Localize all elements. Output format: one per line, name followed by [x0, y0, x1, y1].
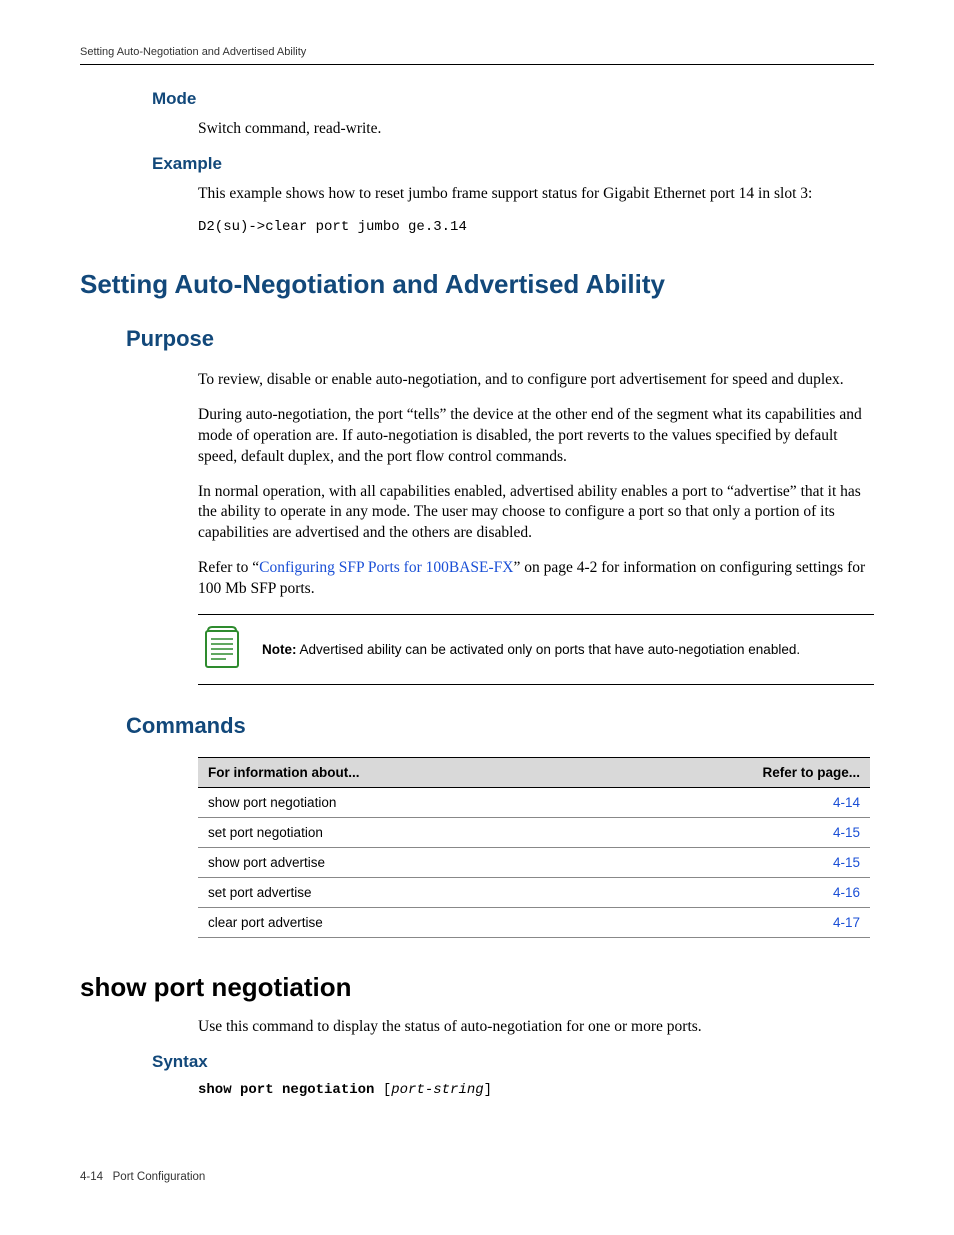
cmd-name: show port advertise [198, 848, 597, 878]
syntax-heading: Syntax [152, 1052, 874, 1072]
sfp-link[interactable]: Configuring SFP Ports for 100BASE‐FX [259, 559, 513, 576]
commands-heading: Commands [126, 713, 874, 739]
note-label: Note: [262, 642, 297, 657]
notepad-icon [204, 625, 240, 674]
command-title: show port negotiation [80, 972, 874, 1003]
cmd-name: show port negotiation [198, 788, 597, 818]
footer-label: Port Configuration [113, 1171, 206, 1183]
cmd-name: set port advertise [198, 878, 597, 908]
purpose-p4: Refer to “Configuring SFP Ports for 100B… [198, 558, 874, 600]
page-link[interactable]: 4-16 [833, 885, 860, 900]
syntax-line: show port negotiation [port-string] [198, 1082, 874, 1098]
page-container: Setting Auto-Negotiation and Advertised … [0, 0, 954, 1235]
table-row: set port negotiation 4-15 [198, 818, 870, 848]
note-body: Advertised ability can be activated only… [297, 642, 801, 657]
mode-body: Switch command, read‐write. [198, 119, 874, 140]
col-info: For information about... [198, 758, 597, 788]
purpose-p2: During auto‐negotiation, the port “tells… [198, 405, 874, 468]
page-link[interactable]: 4-14 [833, 795, 860, 810]
p4-prefix: Refer to “ [198, 559, 259, 576]
syntax-cmd: show port negotiation [198, 1082, 374, 1098]
purpose-p3: In normal operation, with all capabiliti… [198, 482, 874, 545]
col-page: Refer to page... [597, 758, 870, 788]
cmd-name: set port negotiation [198, 818, 597, 848]
table-row: show port advertise 4-15 [198, 848, 870, 878]
command-desc: Use this command to display the status o… [198, 1017, 874, 1038]
note-text: Note: Advertised ability can be activate… [262, 642, 800, 657]
syntax-arg: port-string [391, 1082, 483, 1098]
example-heading: Example [152, 154, 874, 174]
cmd-name: clear port advertise [198, 908, 597, 938]
purpose-p1: To review, disable or enable auto‐negoti… [198, 370, 874, 391]
page-link[interactable]: 4-15 [833, 855, 860, 870]
mode-heading: Mode [152, 89, 874, 109]
table-row: clear port advertise 4-17 [198, 908, 870, 938]
page-link[interactable]: 4-15 [833, 825, 860, 840]
footer-page: 4-14 [80, 1171, 103, 1183]
running-header: Setting Auto-Negotiation and Advertised … [80, 46, 874, 65]
example-code: D2(su)->clear port jumbo ge.3.14 [198, 219, 874, 235]
table-row: show port negotiation 4-14 [198, 788, 870, 818]
commands-table: For information about... Refer to page..… [198, 757, 870, 938]
purpose-heading: Purpose [126, 326, 874, 352]
note-box: Note: Advertised ability can be activate… [198, 614, 874, 685]
example-body: This example shows how to reset jumbo fr… [198, 184, 874, 205]
table-row: set port advertise 4-16 [198, 878, 870, 908]
page-link[interactable]: 4-17 [833, 915, 860, 930]
section-title: Setting Auto-Negotiation and Advertised … [80, 269, 874, 300]
page-footer: 4-14 Port Configuration [80, 1171, 205, 1183]
